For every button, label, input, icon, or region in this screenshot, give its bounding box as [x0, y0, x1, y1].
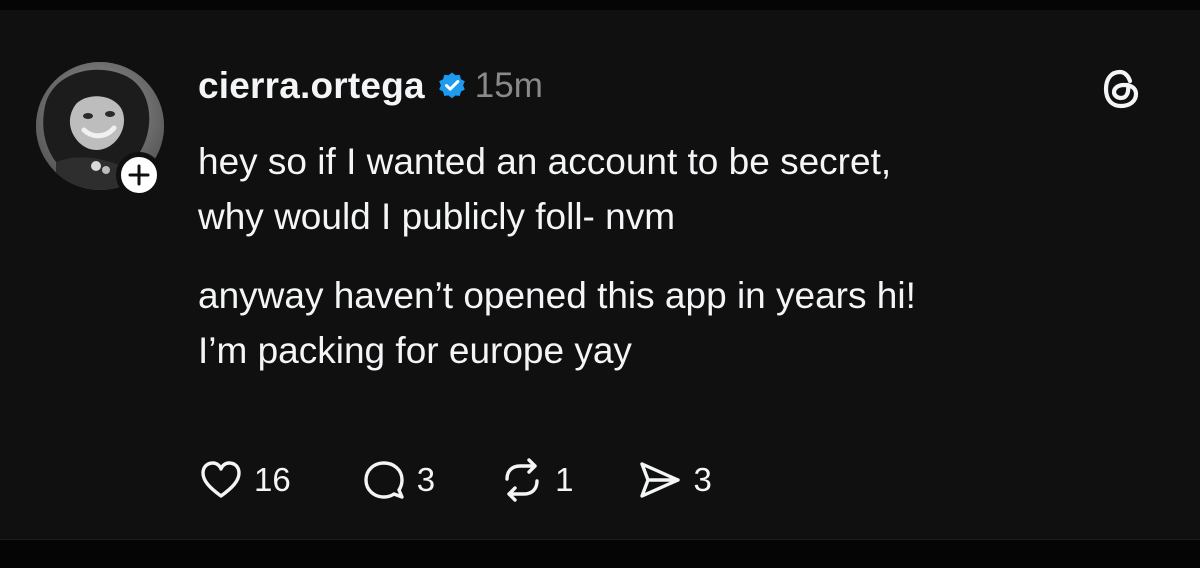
share-count: 3 [693, 461, 712, 498]
top-edge [0, 0, 1200, 10]
bottom-edge [0, 539, 1200, 568]
send-icon [640, 462, 681, 498]
share-button[interactable]: 3 [637, 457, 712, 503]
screenshot-frame: cierra.ortega 15m hey so if I wanted an … [0, 0, 1200, 568]
repost-button[interactable]: 1 [499, 457, 573, 503]
post-paragraph: anyway haven’t opened this app in years … [198, 275, 916, 371]
reply-button[interactable]: 3 [361, 457, 435, 503]
post-paragraph: hey so if I wanted an account to be secr… [198, 141, 892, 237]
post-timestamp[interactable]: 15m [475, 66, 543, 106]
like-button[interactable]: 16 [198, 457, 291, 503]
author-avatar-group[interactable] [36, 62, 166, 202]
username-link[interactable]: cierra.ortega [198, 65, 425, 107]
heart-icon [201, 461, 241, 498]
follow-button[interactable] [116, 152, 162, 198]
post-actions: 16 3 1 3 [198, 452, 746, 508]
repost-count: 1 [555, 461, 574, 498]
thread-post: cierra.ortega 15m hey so if I wanted an … [0, 10, 1200, 540]
like-count: 16 [254, 461, 291, 498]
threads-logo-icon[interactable] [1097, 65, 1145, 113]
reply-count: 3 [416, 461, 436, 498]
verified-badge-icon [437, 71, 467, 101]
repost-icon [505, 458, 539, 502]
plus-icon [128, 164, 150, 186]
comment-icon [364, 461, 404, 499]
post-header: cierra.ortega 15m [198, 62, 543, 110]
post-body: hey so if I wanted an account to be secr… [198, 134, 1158, 378]
